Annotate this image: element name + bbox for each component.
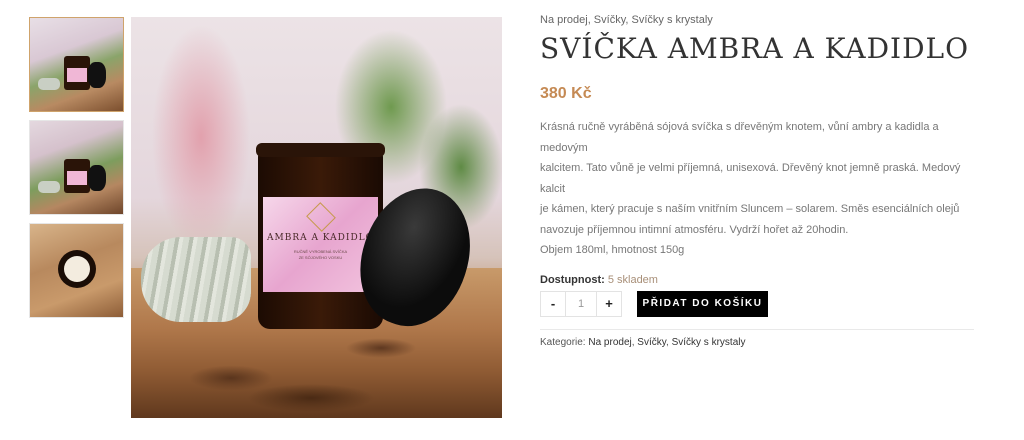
meta-category-link[interactable]: Na prodej <box>588 337 631 348</box>
sage-shape <box>38 181 60 193</box>
thumbnail-3[interactable] <box>29 223 124 318</box>
description-line: kalcitem. Tato vůně je velmi příjemná, u… <box>540 162 961 195</box>
jar-shape <box>64 159 90 193</box>
product-price: 380 Kč <box>540 85 592 102</box>
jar-label-sub: RUČNĚ VYROBENÁ SVÍČKA ZE SÓJOVÉHO VOSKU <box>293 249 348 260</box>
meta-category-link[interactable]: Svíčky s krystaly <box>672 337 746 348</box>
lid-shape <box>88 165 106 191</box>
description-line: je kámen, který pracuje s naším vnitřním… <box>540 203 960 215</box>
main-product-image[interactable]: AMBRA A KADIDLO RUČNĚ VYROBENÁ SVÍČKA ZE… <box>131 17 502 418</box>
lid-shape <box>88 62 106 88</box>
availability-value: 5 skladem <box>607 273 658 286</box>
meta-label: Kategorie: <box>540 336 586 348</box>
category-breadcrumb[interactable]: Na prodej, Svíčky, Svíčky s krystaly <box>540 14 976 26</box>
candle-top-shape <box>58 250 96 288</box>
product-summary: Na prodej, Svíčky, Svíčky s krystaly SVÍ… <box>540 14 976 348</box>
jar-label-title: AMBRA A KADIDLO <box>266 233 375 243</box>
quantity-minus-button[interactable]: - <box>540 290 566 317</box>
quantity-input[interactable]: 1 <box>566 290 596 317</box>
divider <box>540 328 974 330</box>
product-description: Krásná ručně vyráběná sójová svíčka s dř… <box>540 117 976 261</box>
heart-logo-icon <box>305 202 336 232</box>
meta-category-link[interactable]: Svíčky <box>637 337 666 348</box>
thumbnail-1[interactable] <box>29 17 124 112</box>
sage-shape <box>38 78 60 90</box>
quantity-plus-button[interactable]: + <box>596 290 622 317</box>
availability: Dostupnost: 5 skladem <box>540 274 976 286</box>
jar-shape <box>64 56 90 90</box>
add-to-cart-row: - 1 + PŘIDAT DO KOŠÍKU <box>540 290 976 317</box>
product-title: SVÍČKA AMBRA A KADIDLO <box>540 32 970 65</box>
thumbnail-list <box>29 17 125 326</box>
sage-bundle <box>141 237 251 322</box>
thumbnail-2[interactable] <box>29 120 124 215</box>
candle-jar: AMBRA A KADIDLO RUČNĚ VYROBENÁ SVÍČKA ZE… <box>256 143 385 329</box>
description-line: Objem 180ml, hmotnost 150g <box>540 244 685 256</box>
description-line: navozuje příjemnou intimní atmosféru. Vy… <box>540 223 849 236</box>
availability-label: Dostupnost: <box>540 273 605 286</box>
add-to-cart-button[interactable]: PŘIDAT DO KOŠÍKU <box>637 290 768 317</box>
jar-rim <box>256 143 385 157</box>
description-line: Krásná ručně vyráběná sójová svíčka s dř… <box>540 121 939 154</box>
product-meta: Kategorie: Na prodej, Svíčky, Svíčky s k… <box>540 337 976 348</box>
